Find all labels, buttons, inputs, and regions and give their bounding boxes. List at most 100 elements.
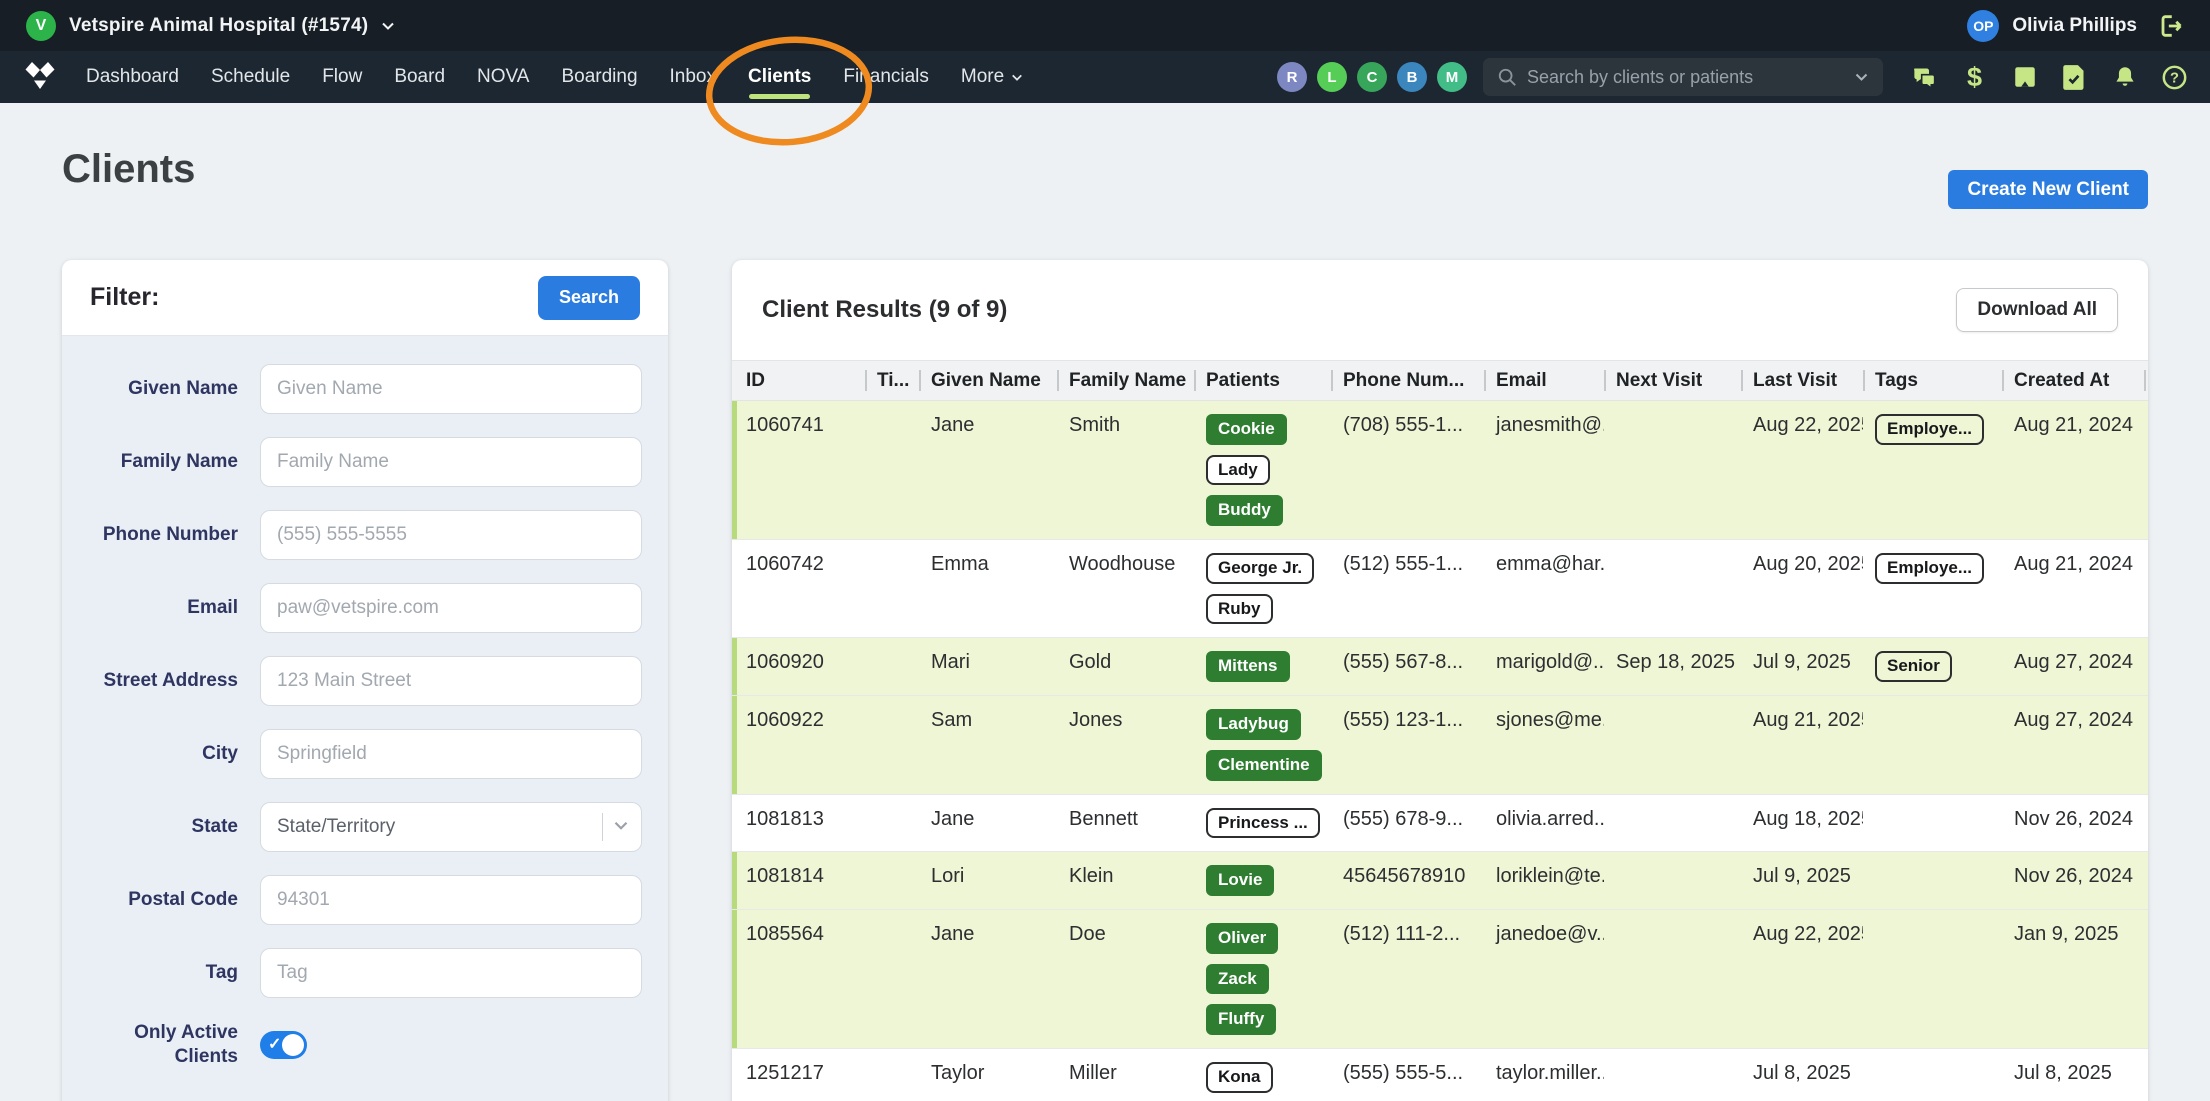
tag-field[interactable] (260, 948, 642, 998)
cell-patients: Cookie Lady Buddy (1194, 401, 1331, 540)
client-row[interactable]: 1060741JaneSmithCookieLadyBuddy(708) 555… (732, 401, 2148, 540)
help-icon[interactable]: ? (2161, 64, 2188, 91)
nav-item-inbox[interactable]: Inbox (670, 66, 716, 88)
nav-item-flow[interactable]: Flow (322, 66, 362, 88)
download-all-button[interactable]: Download All (1956, 288, 2118, 332)
nav-item-label: NOVA (477, 66, 529, 88)
patient-pill[interactable]: Fluffy (1206, 1004, 1276, 1035)
client-row[interactable]: 1081814LoriKleinLovie45645678910loriklei… (732, 852, 2148, 910)
client-row[interactable]: 1060920MariGoldMittens(555) 567-8...mari… (732, 638, 2148, 696)
team-avatar-m[interactable]: M (1437, 62, 1467, 92)
filter-row: Given Name (88, 364, 642, 414)
nav-item-board[interactable]: Board (394, 66, 445, 88)
cell-tags: Employe... (1863, 401, 2002, 540)
cell-title (865, 794, 919, 852)
filter-row: Tag (88, 948, 642, 998)
cell-email: taylor.miller... (1484, 1048, 1604, 1101)
cell-family-name: Jones (1057, 696, 1194, 794)
email-field[interactable] (260, 583, 642, 633)
nav-item-label: Inbox (670, 66, 716, 88)
team-avatars: RLCBM (1277, 62, 1467, 92)
nav-item-more[interactable]: More (961, 66, 1023, 88)
family-name-field[interactable] (260, 437, 642, 487)
team-avatar-r[interactable]: R (1277, 62, 1307, 92)
org-name: Vetspire Animal Hospital (#1574) (69, 15, 368, 37)
cell-patients: Ladybug Clementine (1194, 696, 1331, 794)
logout-button[interactable] (2156, 12, 2184, 40)
nav-item-financials[interactable]: Financials (843, 66, 929, 88)
given-name-field[interactable] (260, 364, 642, 414)
tasks-icon[interactable] (2061, 64, 2088, 91)
cell-id: 1081814 (732, 852, 865, 910)
billing-icon[interactable]: $ (1961, 64, 1988, 91)
bookmark-icon[interactable] (2011, 64, 2038, 91)
nav-item-boarding[interactable]: Boarding (561, 66, 637, 88)
vetspire-logo[interactable] (22, 61, 58, 93)
patient-pill[interactable]: Oliver (1206, 923, 1278, 954)
column-header: Last Visit (1741, 361, 1863, 401)
nav-item-label: Flow (322, 66, 362, 88)
tag-pill: Employe... (1875, 553, 1984, 584)
patient-pill[interactable]: Clementine (1206, 750, 1322, 781)
nav-item-dashboard[interactable]: Dashboard (86, 66, 179, 88)
patient-pill[interactable]: Buddy (1206, 495, 1283, 526)
cell-title (865, 852, 919, 910)
only-active-clients-toggle[interactable]: ✓ (260, 1031, 307, 1059)
client-row[interactable]: 1060742EmmaWoodhouseGeorge Jr.Ruby(512) … (732, 540, 2148, 638)
column-header: Family Name (1057, 361, 1194, 401)
cell-patients: Oliver Zack Fluffy (1194, 909, 1331, 1048)
filter-row: Street Address (88, 656, 642, 706)
client-row[interactable]: 1085564JaneDoeOliverZackFluffy(512) 111-… (732, 909, 2148, 1048)
filter-label: Postal Code (88, 888, 260, 912)
patient-pill[interactable]: Ruby (1206, 594, 1273, 625)
cell-given-name: Jane (919, 794, 1057, 852)
chevron-down-icon[interactable] (1854, 72, 1869, 82)
team-avatar-c[interactable]: C (1357, 62, 1387, 92)
patient-pill[interactable]: Cookie (1206, 414, 1287, 445)
cell-email: emma@har... (1484, 540, 1604, 638)
cell-patients: George Jr. Ruby (1194, 540, 1331, 638)
cell-id: 1085564 (732, 909, 865, 1048)
team-avatar-b[interactable]: B (1397, 62, 1427, 92)
nav-item-nova[interactable]: NOVA (477, 66, 529, 88)
filter-search-button[interactable]: Search (538, 276, 640, 320)
nav-item-schedule[interactable]: Schedule (211, 66, 290, 88)
create-new-client-button[interactable]: Create New Client (1948, 170, 2148, 209)
tag-pill: Employe... (1875, 414, 1984, 445)
org-switcher[interactable]: V Vetspire Animal Hospital (#1574) (26, 11, 395, 41)
patient-pill[interactable]: Kona (1206, 1062, 1273, 1093)
column-header: Next Visit (1604, 361, 1741, 401)
nav-icons: $? (1911, 64, 2188, 91)
client-row[interactable]: 1081813JaneBennettPrincess ...(555) 678-… (732, 794, 2148, 852)
filter-label: Street Address (88, 669, 260, 693)
patient-pill[interactable]: Ladybug (1206, 709, 1301, 740)
patient-pill[interactable]: George Jr. (1206, 553, 1314, 584)
patient-pill[interactable]: Mittens (1206, 651, 1290, 682)
postal-code-field[interactable] (260, 875, 642, 925)
state-select[interactable]: State/Territory (260, 802, 642, 852)
patient-pill[interactable]: Zack (1206, 964, 1269, 995)
chat-icon[interactable] (1911, 64, 1938, 91)
notifications-icon[interactable] (2111, 64, 2138, 91)
search-input[interactable] (1527, 67, 1844, 88)
cell-last-visit: Jul 8, 2025 (1741, 1048, 1863, 1101)
nav-item-label: More (961, 66, 1004, 88)
phone-number-field[interactable] (260, 510, 642, 560)
client-row[interactable]: 1060922SamJonesLadybugClementine(555) 12… (732, 696, 2148, 794)
patient-pill[interactable]: Lovie (1206, 865, 1274, 896)
patient-pill[interactable]: Princess ... (1206, 808, 1320, 839)
city-field[interactable] (260, 729, 642, 779)
logout-icon (2156, 12, 2184, 40)
nav-item-clients[interactable]: Clients (748, 66, 811, 88)
active-tab-underline (749, 94, 810, 99)
client-row[interactable]: 1251217TaylorMillerKona(555) 555-5...tay… (732, 1048, 2148, 1101)
column-header: Phone Num... (1331, 361, 1484, 401)
patient-pill[interactable]: Lady (1206, 455, 1270, 486)
team-avatar-l[interactable]: L (1317, 62, 1347, 92)
filter-label: Email (88, 596, 260, 620)
street-address-field[interactable] (260, 656, 642, 706)
cell-given-name: Lori (919, 852, 1057, 910)
global-search[interactable] (1483, 58, 1883, 96)
search-icon (1497, 67, 1517, 87)
user-avatar[interactable]: OP (1967, 10, 1999, 42)
